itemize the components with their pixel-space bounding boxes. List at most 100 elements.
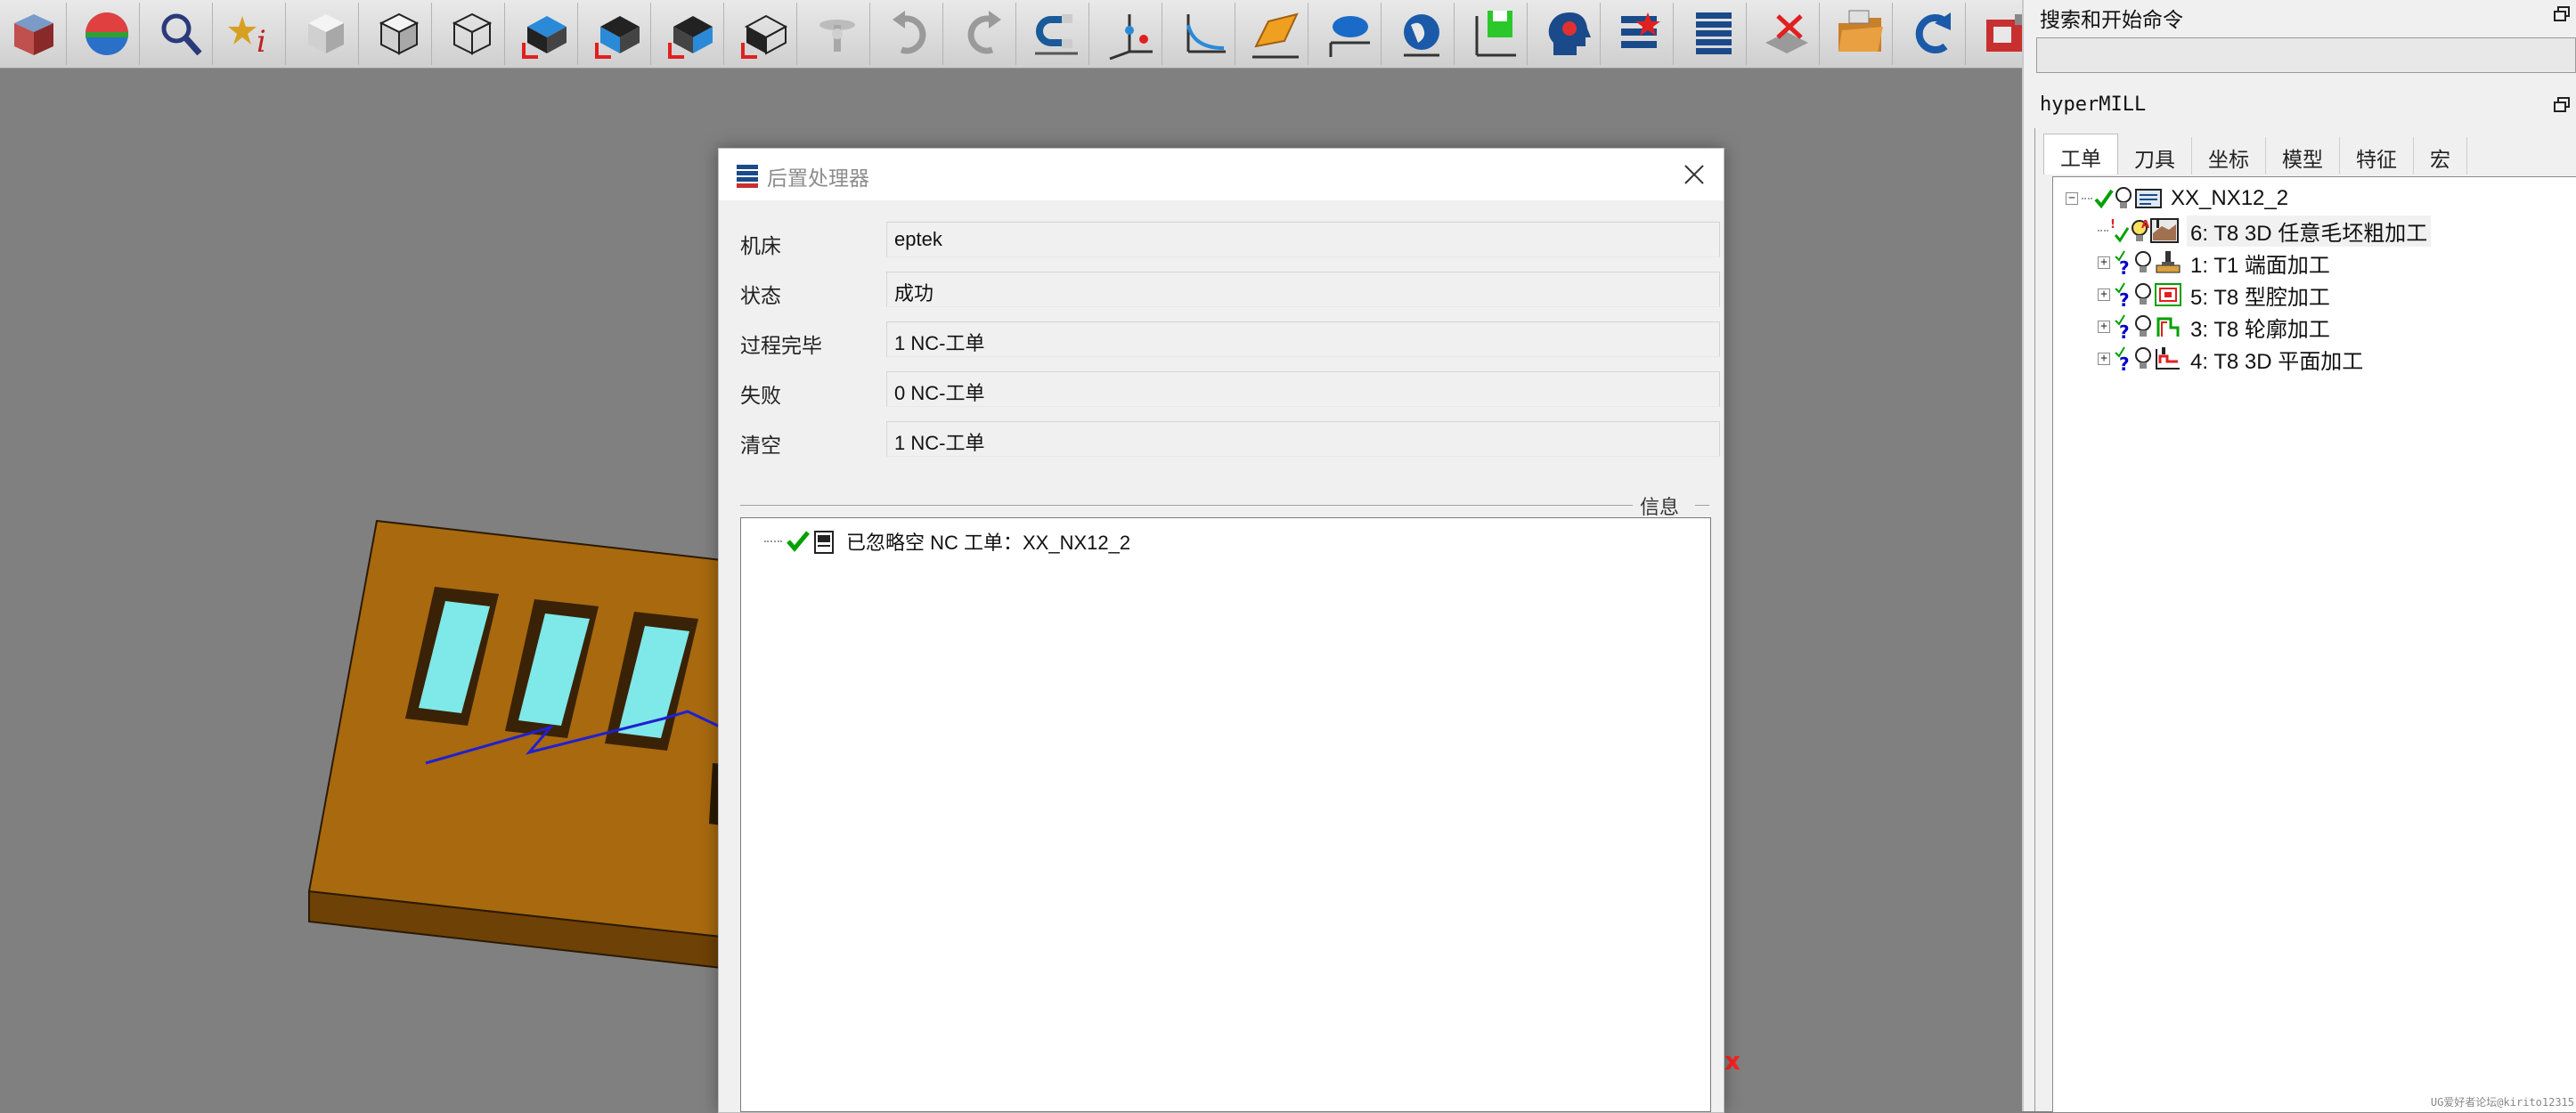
check-icon: ?	[2115, 282, 2130, 308]
tree-root-row[interactable]: − XX_NX12_2	[2066, 183, 2288, 214]
wireframe-cube-button[interactable]	[440, 3, 505, 65]
field-failed: 失败 0 NC-工单	[740, 370, 1720, 410]
view-right-button[interactable]	[659, 3, 724, 65]
machine-button[interactable]	[1974, 3, 2024, 65]
star-info-button[interactable]: i	[221, 3, 286, 65]
export-button[interactable]	[1463, 3, 1528, 65]
wireframe-cube-icon	[452, 12, 493, 55]
view-iso-icon	[741, 14, 788, 59]
tree-job-row[interactable]: + ? 5: T8 型腔加工	[2098, 280, 2330, 310]
view-front-button[interactable]	[586, 3, 651, 65]
surface-button[interactable]	[1243, 3, 1308, 65]
magnet-icon	[1035, 14, 1078, 55]
bulb-icon	[2135, 251, 2151, 272]
check-icon: ?	[2115, 314, 2130, 340]
head-gear-icon	[1548, 12, 1591, 55]
head-gear-button[interactable]	[1536, 3, 1601, 65]
expand-toggle[interactable]: +	[2098, 321, 2110, 333]
bulb-icon	[2135, 347, 2151, 369]
shaded-cube-button[interactable]	[294, 3, 359, 65]
view-iso-button[interactable]	[732, 3, 797, 65]
job-list-icon	[2135, 189, 2162, 208]
points-axis-icon	[1109, 14, 1153, 61]
view-front-icon	[595, 16, 640, 59]
check-icon	[787, 531, 810, 552]
points-axis-button[interactable]	[1097, 3, 1162, 65]
right-panel: 搜索和开始命令 hyperMILL 工单 刀具 坐标 模型 特征 宏 − XX_…	[2022, 0, 2576, 1113]
tree-job-row[interactable]: + ? 1: T1 端面加工	[2098, 248, 2330, 278]
expand-toggle[interactable]: +	[2098, 256, 2110, 269]
field-value: 成功	[886, 272, 1720, 307]
field-value: 1 NC-工单	[886, 421, 1720, 457]
redo-button[interactable]	[951, 3, 1016, 65]
collapse-toggle[interactable]: −	[2066, 192, 2078, 205]
info-list[interactable]: 已忽略空 NC 工单：XX_NX12_2	[740, 517, 1711, 1112]
tab-frames[interactable]: 坐标	[2192, 137, 2266, 175]
bulb-icon	[2135, 315, 2151, 337]
refresh-icon	[1915, 12, 1951, 53]
svg-text:?: ?	[2119, 257, 2130, 276]
tab-tools[interactable]: 刀具	[2118, 137, 2192, 175]
curve-axis-button[interactable]	[1170, 3, 1235, 65]
hypermill-tabs: 工单 刀具 坐标 模型 特征 宏	[2043, 134, 2467, 176]
magnifier-button[interactable]	[148, 3, 213, 65]
job-list-icon	[1696, 12, 1732, 54]
info-separator: 信息	[740, 491, 1709, 520]
solid-cube-icon	[14, 14, 53, 55]
field-value: eptek	[886, 222, 1720, 257]
tree-job-row[interactable]: ! A 6: T8 3D 任意毛坯粗加工	[2098, 215, 2432, 247]
undo-button[interactable]	[878, 3, 943, 65]
close-button[interactable]	[1677, 158, 1711, 191]
bulb-icon	[2135, 283, 2151, 305]
expand-toggle[interactable]: +	[2098, 353, 2110, 365]
magnet-button[interactable]	[1024, 3, 1089, 65]
field-value: 0 NC-工单	[886, 371, 1720, 407]
folder-open-button[interactable]	[1828, 3, 1893, 65]
restore-icon[interactable]	[2553, 5, 2571, 23]
tree-job-label: 6: T8 3D 任意毛坯粗加工	[2187, 215, 2432, 247]
tree-job-label: 5: T8 型腔加工	[2190, 285, 2330, 310]
folder-open-icon	[1838, 10, 1883, 52]
hypermill-panel-title: hyperMILL	[2040, 93, 2147, 116]
plane-tool-button[interactable]	[805, 3, 870, 65]
refresh-button[interactable]	[1901, 3, 1966, 65]
restore-icon[interactable]	[2553, 96, 2571, 114]
tree-root-label: XX_NX12_2	[2171, 186, 2289, 210]
view-top-button[interactable]	[513, 3, 578, 65]
curve-axis-icon	[1186, 14, 1226, 53]
solid-cube-button[interactable]	[2, 3, 67, 65]
job-list-button[interactable]	[1682, 3, 1747, 65]
tab-features[interactable]: 特征	[2340, 137, 2414, 175]
tool-delete-button[interactable]	[1755, 3, 1820, 65]
field-empty: 清空 1 NC-工单	[740, 419, 1720, 460]
view-top-icon	[522, 16, 567, 59]
dialog-titlebar[interactable]: 后置处理器	[719, 149, 1724, 200]
close-icon	[1684, 165, 1704, 184]
main-toolbar: i	[0, 0, 2024, 69]
warning-check-icon: !	[2110, 218, 2130, 243]
cloud-plane-button[interactable]	[1317, 3, 1382, 65]
search-panel-header: 搜索和开始命令	[2024, 0, 2576, 32]
star-info-icon: i	[228, 16, 266, 60]
favorites-button[interactable]	[1609, 3, 1674, 65]
tab-models[interactable]: 模型	[2266, 137, 2340, 175]
svg-text:?: ?	[2119, 321, 2130, 340]
separator-line	[740, 505, 1675, 506]
globe-button[interactable]	[1390, 3, 1455, 65]
machine-icon	[1986, 14, 2024, 52]
tab-macros[interactable]: 宏	[2414, 137, 2467, 175]
shaded-edges-cube-button[interactable]	[367, 3, 432, 65]
expand-toggle[interactable]: +	[2098, 288, 2110, 301]
hypermill-panel-header: hyperMILL	[2024, 91, 2576, 121]
color-sphere-button[interactable]	[75, 3, 140, 65]
tree-job-row[interactable]: + ? 3: T8 轮廓加工	[2098, 312, 2330, 342]
job-tree[interactable]: − XX_NX12_2 ! A 6: T8 3D 任意毛坯粗加工 + ? 1: …	[2052, 176, 2576, 1113]
info-item-text: 已忽略空 NC 工单：XX_NX12_2	[846, 532, 1131, 554]
check-icon: ?	[2115, 346, 2130, 372]
watermark: UG爱好者论坛@kirito12315	[2430, 1096, 2574, 1109]
tree-job-row[interactable]: + ? 4: T8 3D 平面加工	[2098, 344, 2363, 374]
tab-jobs[interactable]: 工单	[2043, 134, 2118, 175]
info-list-item[interactable]: 已忽略空 NC 工单：XX_NX12_2	[764, 527, 1130, 556]
separator-line	[1695, 505, 1709, 506]
command-search-input[interactable]	[2036, 37, 2576, 73]
